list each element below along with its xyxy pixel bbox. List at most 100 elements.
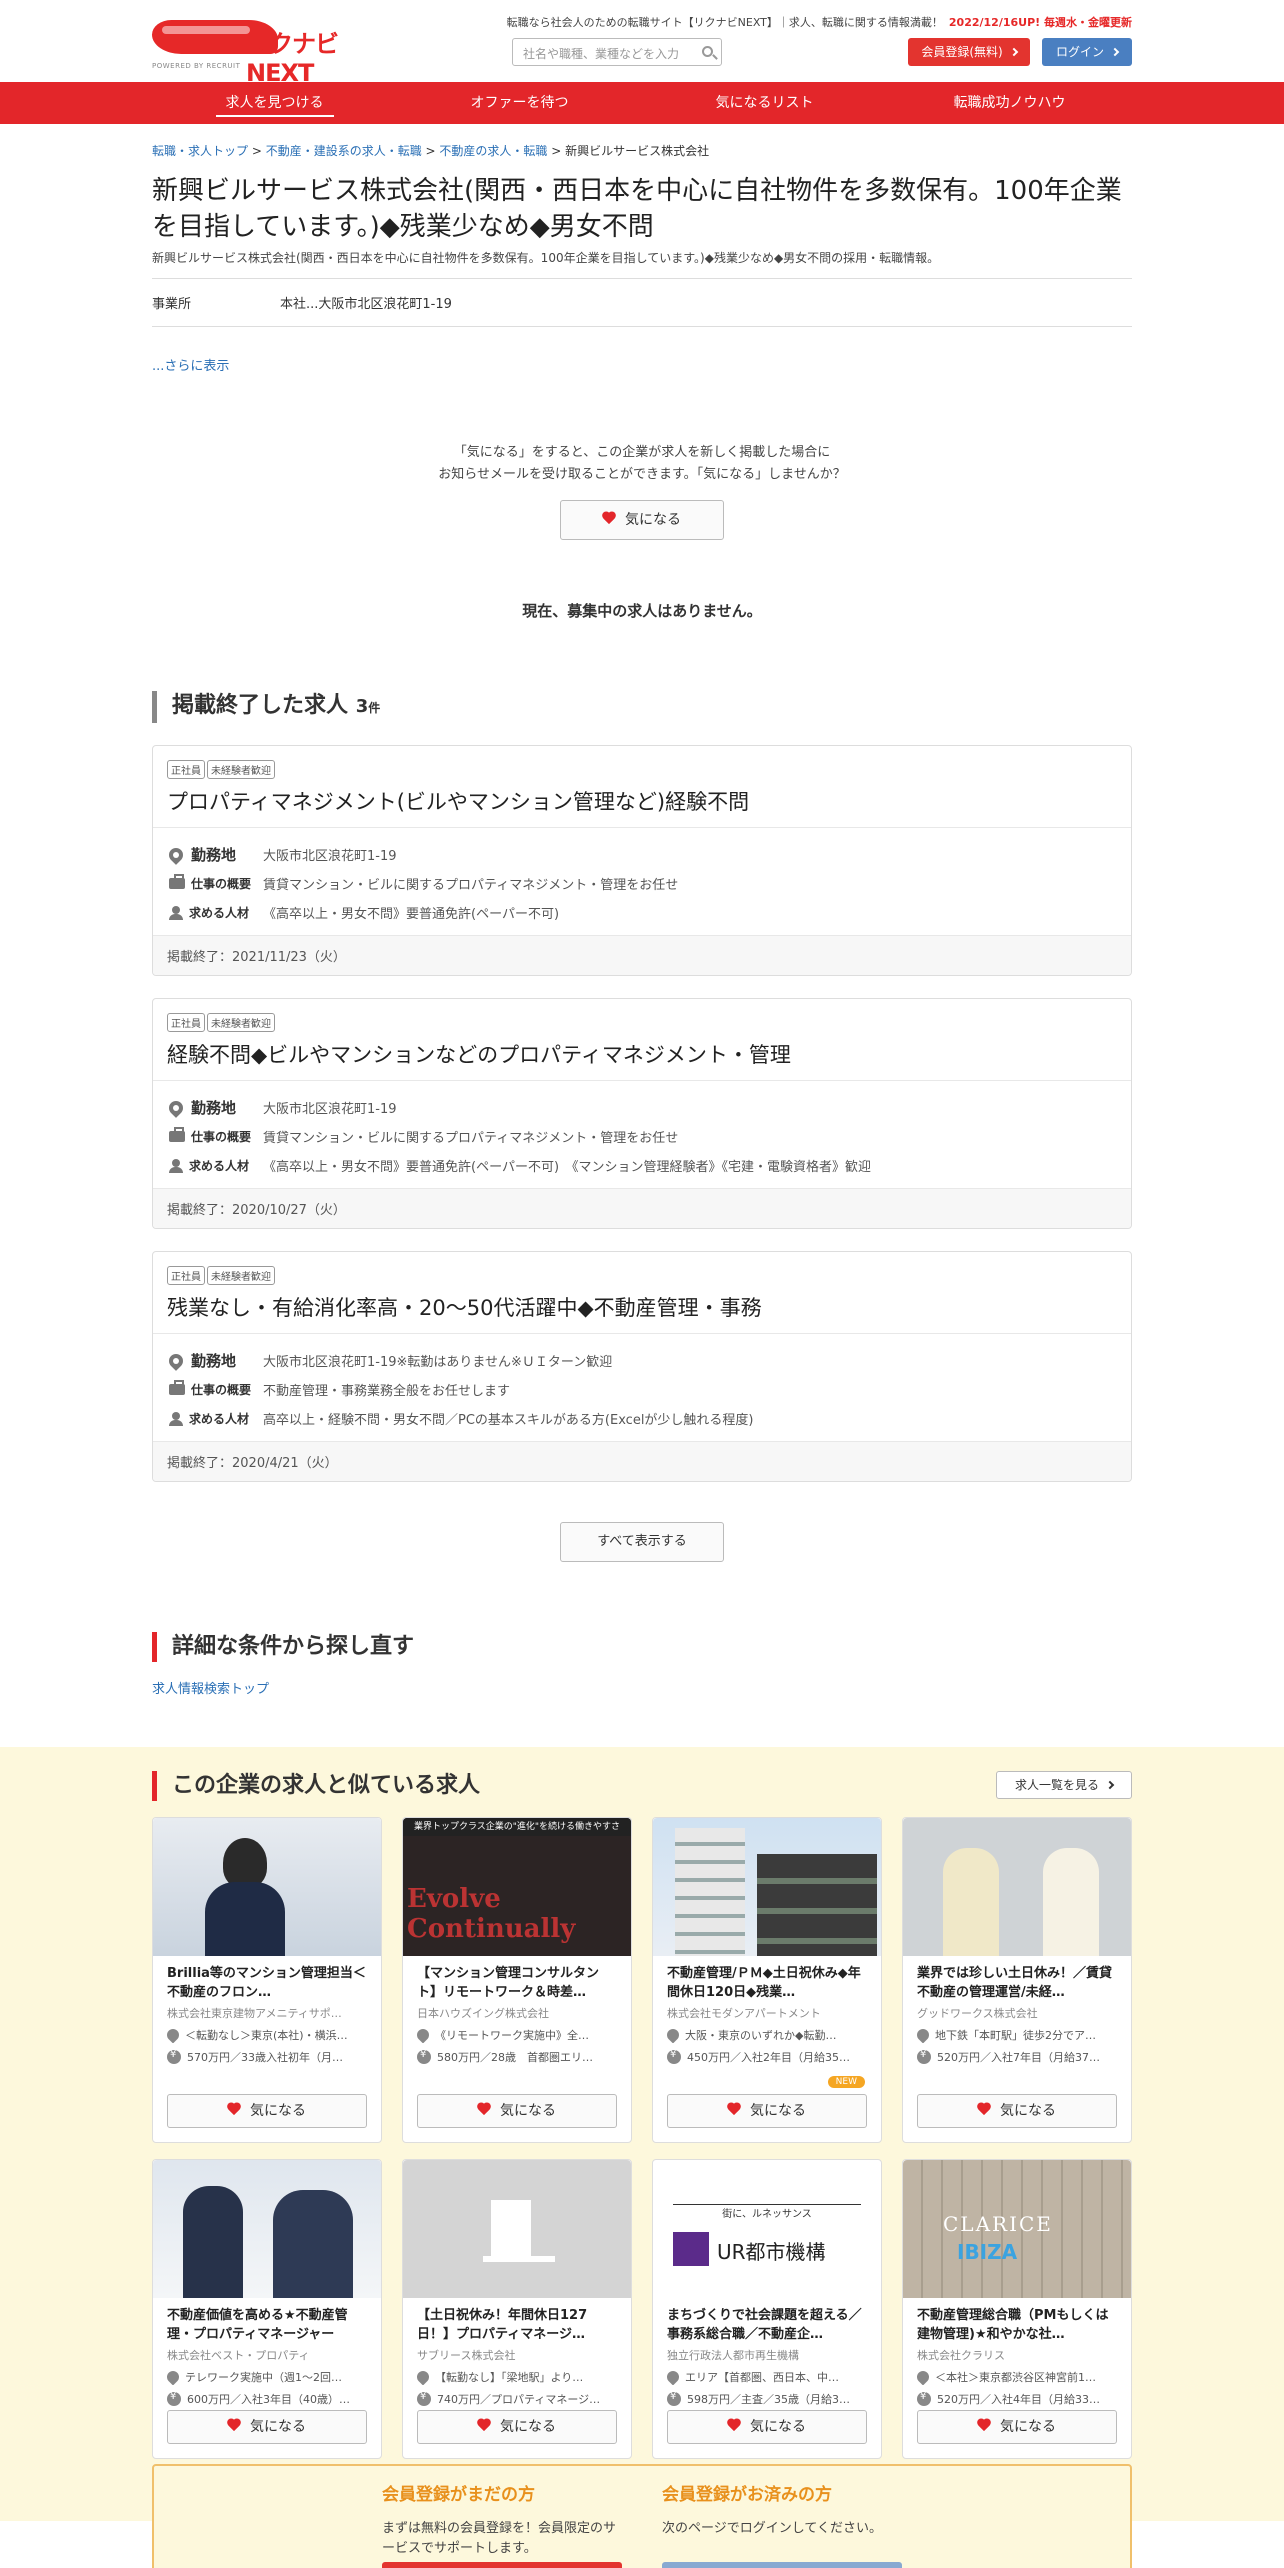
kininaru-button[interactable]: 気になる [417,2410,617,2444]
login-button[interactable]: ログイン [1042,38,1132,66]
kininaru-button[interactable]: 気になる [917,2094,1117,2128]
search-top-link[interactable]: 求人情報検索トップ [152,1682,269,1697]
logo[interactable]: リクナビNEXT POWERED BY RECRUIT [152,16,402,87]
ended-date: 掲載終了：2020/10/27（火） [153,1188,1131,1228]
location-text: 《リモートワーク実施中》全… [435,2029,589,2042]
location-pin-icon [166,844,186,865]
similar-grid: Brillia等のマンション管理担当＜不動産のフロン… 株式会社東京建物アメニテ… [152,1817,1132,2459]
location-pin-icon [917,2369,932,2385]
breadcrumb-link[interactable]: 転職・求人トップ [152,144,248,158]
job-body: Brillia等のマンション管理担当＜不動産のフロン… 株式会社東京建物アメニテ… [153,1956,381,2073]
pay-text: 520万円／入社7年目（月給37… [937,2051,1100,2064]
kininaru-button[interactable]: 気になる [667,2094,867,2128]
company-name: 株式会社ベスト・プロパティ [167,2349,310,2362]
ended-job-card[interactable]: 正社員 未経験者歓迎 経験不問◆ビルやマンションなどのプロパティマネジメント・管理… [152,998,1132,1229]
work-value: 賃貸マンション・ビルに関するプロパティマネジメント・管理をお任せ [263,1131,679,1146]
job-image[interactable] [653,1818,881,1956]
similar-job-card[interactable]: 業界では珍しい土日休み！／賃貸不動産の管理運営/未経… グッドワークス株式会社 … [902,1817,1132,2143]
job-title[interactable]: 業界では珍しい土日休み！／賃貸不動産の管理運営/未経… [917,1964,1117,2002]
yen-icon [417,2049,431,2064]
nav-find-jobs[interactable]: 求人を見つける [152,82,397,124]
img-slogan: 街に、ルネッサンス [673,2204,861,2220]
location-pin-icon [167,2027,182,2043]
job-title[interactable]: 【マンション管理コンサルタント】リモートワーク＆時差… [417,1964,617,2002]
kininaru-button[interactable]: 気になる [167,2094,367,2128]
job-title[interactable]: 経験不問◆ビルやマンションなどのプロパティマネジメント・管理 [167,1040,1117,1070]
card-header: 正社員 未経験者歓迎 残業なし・有給消化率高・20～50代活躍中◆不動産管理・事務 [153,1252,1131,1334]
job-title[interactable]: 残業なし・有給消化率高・20～50代活躍中◆不動産管理・事務 [167,1293,1117,1323]
label-text: 勤務地 [191,1099,237,1117]
login-cta-button[interactable] [662,2562,902,2568]
similar-job-card[interactable]: 不動産価値を高める★不動産管理・プロパティマネージャー 株式会社ベスト・プロパテ… [152,2159,382,2459]
company-name: 株式会社モダンアパートメント [667,2007,821,2020]
person-icon [169,905,183,920]
ur-logo-text: UR都市機構 [717,2240,826,2264]
register-button[interactable]: 会員登録(無料) [908,38,1030,66]
show-all-button[interactable]: すべて表示する [560,1522,724,1562]
kininaru-button[interactable]: 気になる [917,2410,1117,2444]
job-list-button[interactable]: 求人一覧を見る [996,1771,1132,1799]
similar-job-card[interactable]: CLARICE IBIZA 不動産管理総合職（PMもしくは建物管理)★和やかな社…… [902,2159,1132,2459]
breadcrumb-current: 新興ビルサービス株式会社 [565,144,710,158]
kininaru-label: 気になる [750,2419,806,2435]
search-icon[interactable] [702,46,713,57]
job-image[interactable]: 街に、ルネッサンス UR都市機構 [653,2160,881,2298]
location-row: 勤務地 大阪市北区浪花町1-19 [166,840,1115,869]
nav-knowhow[interactable]: 転職成功ノウハウ [887,82,1132,124]
kininaru-label: 気になる [1000,2103,1056,2119]
similar-job-card[interactable]: 街に、ルネッサンス UR都市機構 まちづくりで社会課題を超える／事務系総合職／不動… [652,2159,882,2459]
work-label: 仕事の概要 [169,1380,263,1398]
kininaru-button[interactable]: 気になる [560,500,724,540]
job-image[interactable] [153,1818,381,1956]
label-text: 仕事の概要 [191,1130,252,1144]
register-label: 会員登録(無料) [921,45,1003,59]
job-title[interactable]: プロパティマネジメント(ビルやマンション管理など)経験不問 [167,787,1117,817]
show-more-link[interactable]: ...さらに表示 [152,359,229,374]
count-value: 3 [355,696,369,717]
pay-text: 520万円／入社4年目（月給33… [937,2393,1100,2406]
job-title[interactable]: まちづくりで社会課題を超える／事務系総合職／不動産企… [667,2306,867,2344]
job-tag: 未経験者歓迎 [207,1013,275,1032]
header: リクナビNEXT POWERED BY RECRUIT 転職なら社会人のための転… [152,0,1132,87]
label-text: 仕事の概要 [191,1383,252,1397]
kininaru-label: 気になる [250,2419,306,2435]
ended-job-card[interactable]: 正社員 未経験者歓迎 残業なし・有給消化率高・20～50代活躍中◆不動産管理・事務… [152,1251,1132,1482]
similar-job-card[interactable]: Brillia等のマンション管理担当＜不動産のフロン… 株式会社東京建物アメニテ… [152,1817,382,2143]
ur-mark-icon [673,2232,709,2266]
nav-wait-offer[interactable]: オファーを待つ [397,82,642,124]
job-pay: 580万円／28歳 首都圏エリ… [417,2049,617,2065]
job-image[interactable]: 業界トップクラス企業の"進化"を続ける働きやすさ Evolve Continual… [403,1818,631,1956]
job-title[interactable]: 【土日祝休み！年間休日127日！】プロパティマネージ… [417,2306,617,2344]
kininaru-button[interactable]: 気になる [667,2410,867,2444]
breadcrumb-link[interactable]: 不動産の求人・転職 [439,144,547,158]
nav-kininaru-list[interactable]: 気になるリスト [642,82,887,124]
job-image[interactable] [903,1818,1131,1956]
similar-jobs-section: この企業の求人と似ている求人 求人一覧を見る Brillia等のマンション管理担… [0,1747,1284,2521]
heart-icon [978,2419,992,2433]
similar-job-card[interactable]: 【土日祝休み！年間休日127日！】プロパティマネージ… サブリース株式会社 【転… [402,2159,632,2459]
job-location: エリア【首都圏、西日本、中… [667,2369,867,2385]
similar-job-card[interactable]: 業界トップクラス企業の"進化"を続ける働きやすさ Evolve Continual… [402,1817,632,2143]
job-image[interactable] [153,2160,381,2298]
job-pay: 600万円／入社3年目（40歳）… [167,2391,367,2407]
job-title[interactable]: 不動産管理総合職（PMもしくは建物管理)★和やかな社… [917,2306,1117,2344]
nav-label: 気になるリスト [715,95,814,111]
job-title[interactable]: 不動産管理/ＰＭ◆土日祝休み◆年間休日120日◆残業… [667,1964,867,2002]
location-value: 大阪市北区浪花町1-19 [263,1102,397,1117]
kininaru-button[interactable]: 気になる [417,2094,617,2128]
company-name: 株式会社東京建物アメニティサポ… [167,2007,342,2020]
office-label: 事業所 [152,297,192,312]
location-pin-icon [417,2027,432,2043]
similar-job-card[interactable]: 不動産管理/ＰＭ◆土日祝休み◆年間休日120日◆残業… 株式会社モダンアパートメ… [652,1817,882,2143]
job-title[interactable]: 不動産価値を高める★不動産管理・プロパティマネージャー [167,2306,367,2344]
kininaru-button[interactable]: 気になる [167,2410,367,2444]
ended-job-card[interactable]: 正社員 未経験者歓迎 プロパティマネジメント(ビルやマンション管理など)経験不問 … [152,745,1132,976]
location-pin-icon [167,2369,182,2385]
job-image[interactable]: CLARICE IBIZA [903,2160,1131,2298]
job-image[interactable] [403,2160,631,2298]
breadcrumb-link[interactable]: 不動産・建設系の求人・転職 [266,144,422,158]
search-input[interactable]: 社名や職種、業種などを入力 [512,38,722,66]
job-title[interactable]: Brillia等のマンション管理担当＜不動産のフロン… [167,1964,367,2002]
register-cta-button[interactable] [382,2562,622,2568]
job-body: 業界では珍しい土日休み！／賃貸不動産の管理運営/未経… グッドワークス株式会社 … [903,1956,1131,2073]
